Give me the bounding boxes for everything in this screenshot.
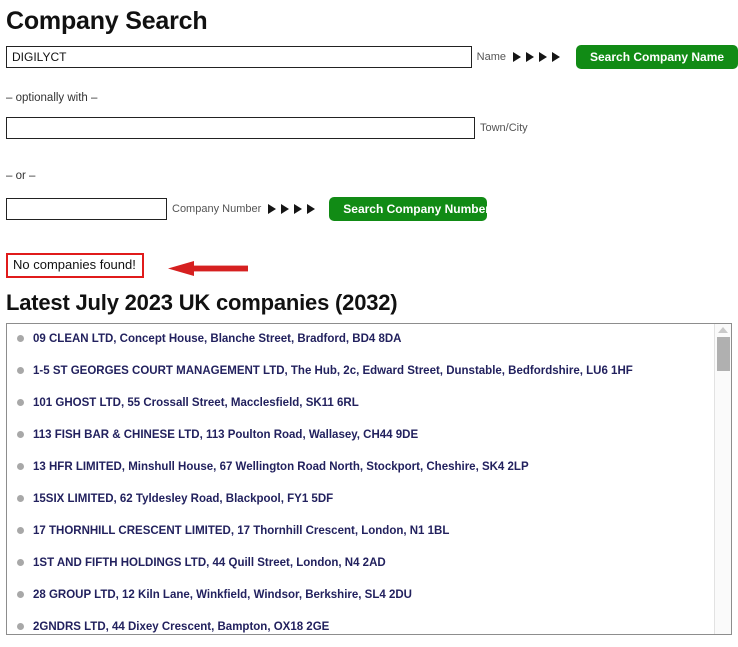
company-number-search-row: Company Number Search Company Number (6, 197, 738, 221)
name-arrow-markers (513, 52, 560, 62)
triangle-right-icon (526, 52, 534, 62)
triangle-right-icon (552, 52, 560, 62)
no-results-message: No companies found! (6, 253, 144, 278)
list-item[interactable]: 17 THORNHILL CRESCENT LIMITED, 17 Thornh… (7, 522, 714, 554)
triangle-right-icon (307, 204, 316, 214)
scroll-up-arrow-icon[interactable] (718, 327, 728, 333)
no-results-annotation: No companies found! (0, 253, 738, 287)
company-link[interactable]: 15SIX LIMITED, 62 Tyldesley Road, Blackp… (33, 490, 333, 508)
company-link[interactable]: 13 HFR LIMITED, Minshull House, 67 Welli… (33, 458, 529, 476)
town-city-input[interactable] (6, 117, 475, 139)
list-item[interactable]: 09 CLEAN LTD, Concept House, Blanche Str… (7, 330, 714, 362)
triangle-right-icon (268, 204, 277, 214)
bullet-icon (17, 559, 24, 566)
bullet-icon (17, 367, 24, 374)
list-item[interactable]: 101 GHOST LTD, 55 Crossall Street, Maccl… (7, 394, 714, 426)
triangle-right-icon (539, 52, 547, 62)
bullet-icon (17, 431, 24, 438)
company-link[interactable]: 113 FISH BAR & CHINESE LTD, 113 Poulton … (33, 426, 418, 444)
number-arrow-markers (268, 204, 316, 214)
company-list-scroll-area: 09 CLEAN LTD, Concept House, Blanche Str… (7, 324, 714, 634)
bullet-icon (17, 591, 24, 598)
list-item[interactable]: 2GNDRS LTD, 44 Dixey Crescent, Bampton, … (7, 618, 714, 634)
bullet-icon (17, 527, 24, 534)
company-link[interactable]: 1-5 ST GEORGES COURT MANAGEMENT LTD, The… (33, 362, 633, 380)
separator-or: – or – (6, 170, 36, 182)
list-scrollbar[interactable] (714, 324, 731, 634)
list-item[interactable]: 13 HFR LIMITED, Minshull House, 67 Welli… (7, 458, 714, 490)
bullet-icon (17, 623, 24, 630)
list-item[interactable]: 1ST AND FIFTH HOLDINGS LTD, 44 Quill Str… (7, 554, 714, 586)
latest-companies-heading: Latest July 2023 UK companies (2032) (6, 290, 398, 315)
town-city-label: Town/City (480, 122, 528, 134)
search-company-number-button[interactable]: Search Company Number (329, 197, 490, 221)
company-name-label: Name (476, 51, 506, 63)
triangle-right-icon (513, 52, 521, 62)
triangle-right-icon (294, 204, 303, 214)
page-title: Company Search (6, 7, 208, 35)
company-link[interactable]: 28 GROUP LTD, 12 Kiln Lane, Winkfield, W… (33, 586, 412, 604)
company-link[interactable]: 09 CLEAN LTD, Concept House, Blanche Str… (33, 330, 401, 348)
search-company-name-button[interactable]: Search Company Name (576, 45, 738, 69)
list-item[interactable]: 28 GROUP LTD, 12 Kiln Lane, Winkfield, W… (7, 586, 714, 618)
red-arrow-annotation-icon (168, 261, 248, 276)
company-name-search-row: Name Search Company Name (6, 45, 738, 69)
triangle-right-icon (281, 204, 290, 214)
company-number-label: Company Number (172, 203, 262, 215)
company-results-list: 09 CLEAN LTD, Concept House, Blanche Str… (6, 323, 732, 635)
company-link[interactable]: 101 GHOST LTD, 55 Crossall Street, Maccl… (33, 394, 359, 412)
company-link[interactable]: 17 THORNHILL CRESCENT LIMITED, 17 Thornh… (33, 522, 449, 540)
bullet-icon (17, 399, 24, 406)
list-item[interactable]: 113 FISH BAR & CHINESE LTD, 113 Poulton … (7, 426, 714, 458)
bullet-icon (17, 463, 24, 470)
separator-optionally-with: – optionally with – (6, 92, 98, 104)
list-item[interactable]: 15SIX LIMITED, 62 Tyldesley Road, Blackp… (7, 490, 714, 522)
list-item[interactable]: 1-5 ST GEORGES COURT MANAGEMENT LTD, The… (7, 362, 714, 394)
bullet-icon (17, 495, 24, 502)
bullet-icon (17, 335, 24, 342)
company-name-input[interactable] (6, 46, 472, 68)
town-city-search-row: Town/City (6, 117, 738, 139)
company-number-input[interactable] (6, 198, 167, 220)
scrollbar-thumb[interactable] (717, 337, 730, 371)
company-link[interactable]: 2GNDRS LTD, 44 Dixey Crescent, Bampton, … (33, 618, 329, 634)
company-link[interactable]: 1ST AND FIFTH HOLDINGS LTD, 44 Quill Str… (33, 554, 386, 572)
